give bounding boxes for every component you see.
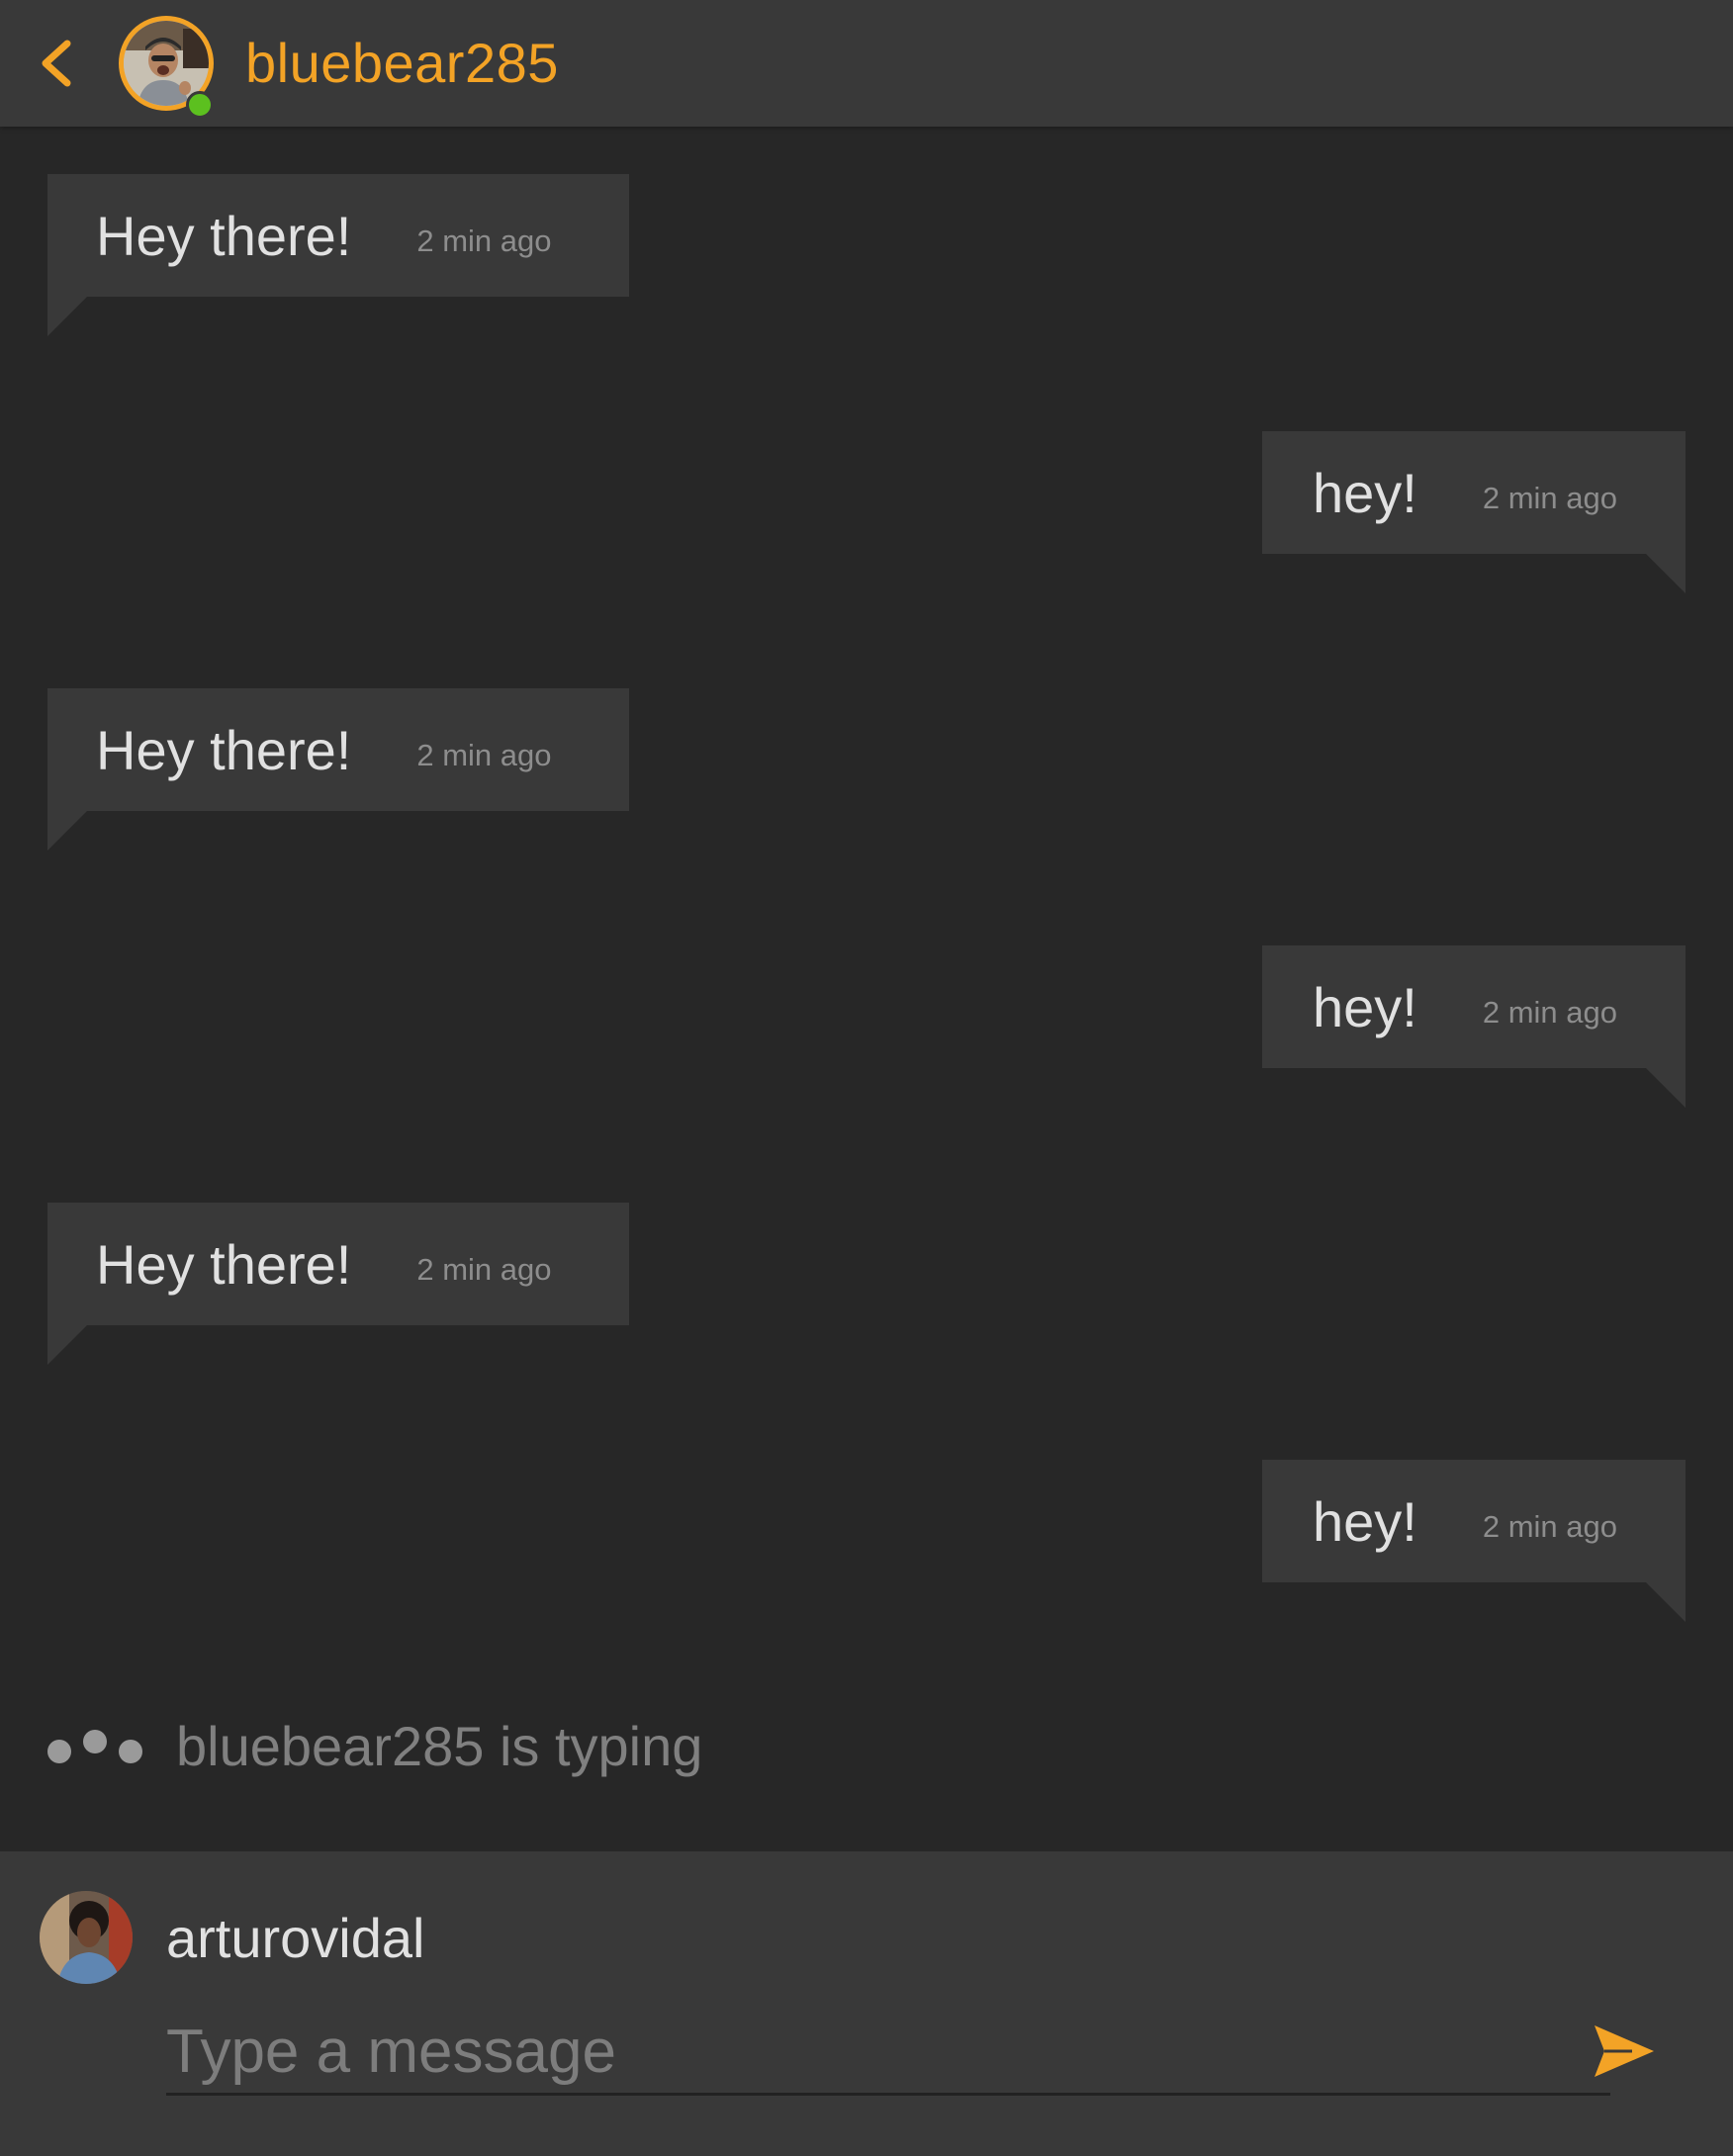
message-outgoing: hey! 2 min ago	[1262, 431, 1686, 593]
contact-name[interactable]: bluebear285	[245, 30, 559, 97]
message-incoming: Hey there! 2 min ago	[47, 174, 629, 336]
chat-window: bluebear285 Hey there! 2 min ago hey! 2 …	[0, 0, 1733, 2156]
send-button[interactable]	[1593, 2021, 1656, 2081]
message-time: 2 min ago	[416, 738, 552, 772]
message-text: hey!	[1313, 975, 1417, 1038]
message-text: Hey there!	[96, 718, 352, 781]
user-avatar[interactable]	[40, 1891, 133, 1984]
chevron-left-icon	[42, 40, 71, 87]
user-name: arturovidal	[166, 1907, 425, 1969]
message-time: 2 min ago	[416, 224, 552, 258]
message-time: 2 min ago	[416, 1252, 552, 1287]
message-text: Hey there!	[96, 204, 352, 267]
send-icon	[1595, 2025, 1654, 2077]
message-outgoing: hey! 2 min ago	[1262, 945, 1686, 1108]
message-composer: arturovidal	[0, 1851, 1733, 2156]
online-status-dot	[186, 91, 214, 119]
message-time: 2 min ago	[1482, 995, 1617, 1030]
message-text: hey!	[1313, 1489, 1417, 1553]
message-text: hey!	[1313, 461, 1417, 524]
message-input[interactable]	[166, 2010, 1610, 2096]
message-text: Hey there!	[96, 1232, 352, 1296]
message-time: 2 min ago	[1482, 481, 1617, 515]
typing-dots-icon	[46, 1716, 144, 1775]
message-outgoing: hey! 2 min ago	[1262, 1460, 1686, 1622]
typing-indicator: bluebear285 is typing	[46, 1711, 702, 1780]
message-incoming: Hey there! 2 min ago	[47, 688, 629, 851]
typing-text: bluebear285 is typing	[176, 1714, 703, 1777]
user-avatar-image	[40, 1891, 133, 1984]
message-time: 2 min ago	[1482, 1509, 1617, 1544]
chat-header: bluebear285	[0, 0, 1733, 127]
message-incoming: Hey there! 2 min ago	[47, 1203, 629, 1365]
back-button[interactable]	[30, 30, 81, 97]
